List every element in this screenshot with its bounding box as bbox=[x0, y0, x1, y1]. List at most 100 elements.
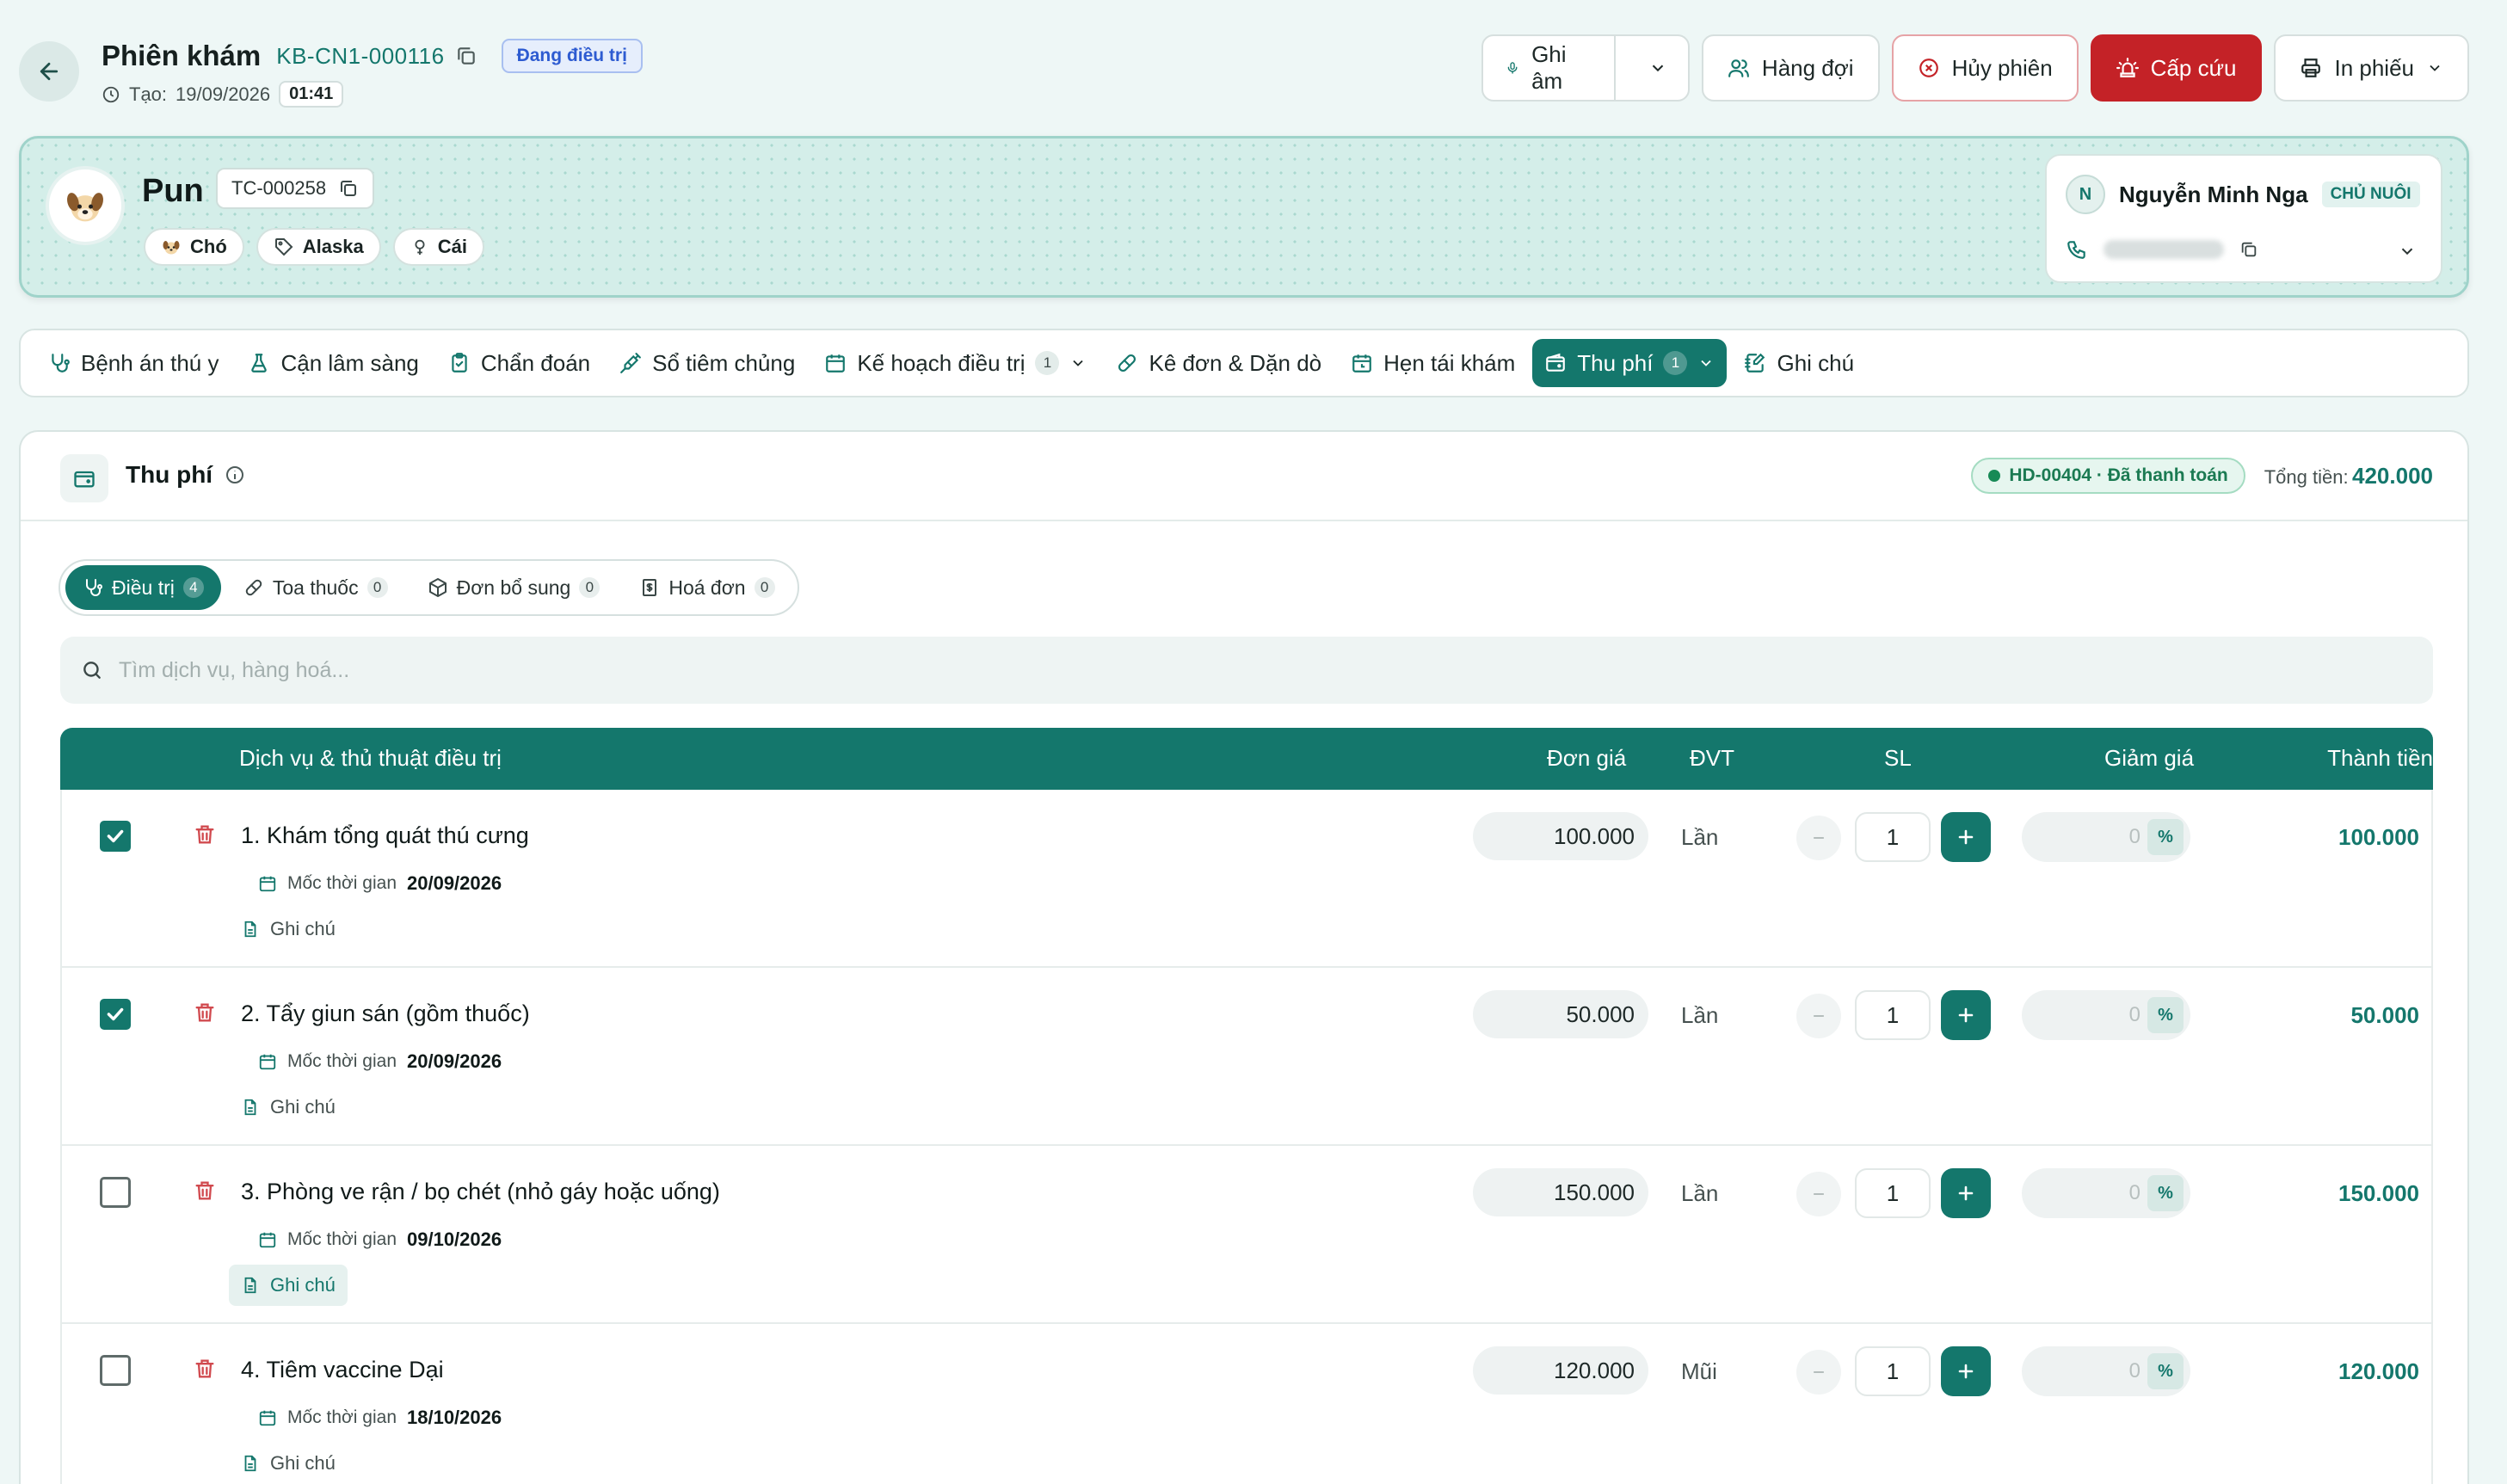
decrease-qty-button[interactable] bbox=[1796, 816, 1841, 860]
record-button[interactable]: Ghi âm bbox=[1483, 36, 1602, 100]
subtab-label: Đơn bổ sung bbox=[456, 576, 571, 599]
tab-billing[interactable]: Thu phí 1 bbox=[1532, 339, 1728, 387]
copy-icon[interactable] bbox=[338, 178, 359, 199]
decrease-qty-button[interactable] bbox=[1796, 1350, 1841, 1395]
back-button[interactable] bbox=[19, 41, 79, 102]
subtab-invoice[interactable]: Hoá đơn 0 bbox=[622, 565, 792, 610]
percent-toggle[interactable]: % bbox=[2147, 1353, 2184, 1389]
record-dropdown-button[interactable] bbox=[1628, 36, 1688, 100]
decrease-qty-button[interactable] bbox=[1796, 994, 1841, 1038]
tab-count: 1 bbox=[1663, 351, 1688, 375]
discount-input[interactable]: 0 % bbox=[2022, 1346, 2190, 1396]
cancel-session-button[interactable]: Hủy phiên bbox=[1891, 34, 2079, 102]
pet-code: TC-000258 bbox=[231, 177, 327, 199]
quantity-input[interactable]: 1 bbox=[1855, 990, 1931, 1040]
tab-notes[interactable]: Ghi chú bbox=[1732, 339, 1866, 387]
row-checkbox[interactable] bbox=[100, 1177, 131, 1208]
unit-price-input[interactable]: 150.000 bbox=[1473, 1168, 1648, 1216]
panel-title: Thu phí bbox=[126, 461, 245, 489]
milestone-date: 20/09/2026 bbox=[407, 872, 502, 894]
patient-card: Pun TC-000258 Chó Alaska Cái N Nguyễn Mi… bbox=[19, 136, 2469, 298]
subtab-prescription[interactable]: Toa thuốc 0 bbox=[226, 565, 405, 610]
milestone-label: Mốc thời gian bbox=[287, 1229, 397, 1249]
tab-label: Sổ tiêm chủng bbox=[652, 349, 796, 376]
file-text-icon bbox=[244, 1099, 256, 1116]
table-header: Dịch vụ & thủ thuật điều trị Đơn giá ĐVT… bbox=[60, 728, 2433, 790]
line-amount: 120.000 bbox=[2338, 1358, 2419, 1384]
discount-input[interactable]: 0 % bbox=[2022, 990, 2190, 1040]
service-milestone[interactable]: Mốc thời gian 18/10/2026 bbox=[258, 1407, 502, 1429]
row-checkbox[interactable] bbox=[100, 1355, 131, 1386]
percent-toggle[interactable]: % bbox=[2147, 1175, 2184, 1211]
tab-prescription[interactable]: Kê đơn & Dặn dò bbox=[1104, 339, 1334, 387]
chevron-down-icon[interactable] bbox=[2398, 242, 2417, 261]
info-icon[interactable] bbox=[225, 465, 245, 485]
service-milestone[interactable]: Mốc thời gian 20/09/2026 bbox=[258, 1050, 502, 1073]
quantity-input[interactable]: 1 bbox=[1855, 812, 1931, 862]
subtab-count: 0 bbox=[367, 577, 388, 598]
increase-qty-button[interactable] bbox=[1941, 812, 1991, 862]
increase-qty-button[interactable] bbox=[1941, 1346, 1991, 1396]
created-info: Tạo: 19/09/2026 01:41 bbox=[102, 81, 643, 108]
subtab-additional-order[interactable]: Đơn bổ sung 0 bbox=[410, 565, 618, 610]
plus-icon bbox=[1958, 1007, 1974, 1023]
service-note-button[interactable]: Ghi chú bbox=[229, 1443, 348, 1484]
tab-paraclinical[interactable]: Cận lâm sàng bbox=[236, 339, 430, 387]
row-checkbox[interactable] bbox=[100, 999, 131, 1030]
cancel-session-label: Hủy phiên bbox=[1951, 54, 2053, 81]
x-circle-icon bbox=[1919, 58, 1938, 77]
percent-toggle[interactable]: % bbox=[2147, 997, 2184, 1033]
owner-card[interactable]: N Nguyễn Minh Nga CHỦ NUÔI bbox=[2045, 154, 2442, 283]
delete-row-button[interactable] bbox=[193, 1357, 217, 1381]
increase-qty-button[interactable] bbox=[1941, 990, 1991, 1040]
discount-input[interactable]: 0 % bbox=[2022, 1168, 2190, 1218]
queue-button[interactable]: Hàng đợi bbox=[1701, 34, 1880, 102]
service-milestone[interactable]: Mốc thời gian 20/09/2026 bbox=[258, 872, 502, 895]
copy-icon[interactable] bbox=[455, 45, 477, 67]
services-table: Dịch vụ & thủ thuật điều trị Đơn giá ĐVT… bbox=[60, 728, 2433, 1484]
delete-row-button[interactable] bbox=[193, 1001, 217, 1025]
service-note-button[interactable]: Ghi chú bbox=[229, 1087, 348, 1128]
subtab-count: 4 bbox=[182, 577, 204, 598]
unit-price-input[interactable]: 100.000 bbox=[1473, 812, 1648, 860]
print-button[interactable]: In phiếu bbox=[2274, 34, 2469, 102]
quantity-input[interactable]: 1 bbox=[1855, 1168, 1931, 1218]
line-amount: 100.000 bbox=[2338, 824, 2419, 850]
row-checkbox[interactable] bbox=[100, 821, 131, 852]
calendar-icon bbox=[259, 1410, 276, 1426]
invoice-status-badge[interactable]: HD-00404 · Đã thanh toán bbox=[1971, 458, 2245, 494]
unit-price-input[interactable]: 120.000 bbox=[1473, 1346, 1648, 1395]
subtab-treatment[interactable]: Điều trị 4 bbox=[65, 565, 221, 610]
tab-medical-record[interactable]: Bệnh án thú y bbox=[36, 339, 231, 387]
service-note-button[interactable]: Ghi chú bbox=[229, 908, 348, 950]
search-input[interactable] bbox=[119, 657, 2356, 683]
tab-follow-up[interactable]: Hẹn tái khám bbox=[1339, 339, 1527, 387]
emergency-button[interactable]: Cấp cứu bbox=[2090, 34, 2263, 102]
delete-row-button[interactable] bbox=[193, 1179, 217, 1203]
service-note-button[interactable]: Ghi chú bbox=[229, 1265, 348, 1306]
plus-icon bbox=[1958, 1185, 1974, 1201]
unit-price-input[interactable]: 50.000 bbox=[1473, 990, 1648, 1038]
increase-qty-button[interactable] bbox=[1941, 1168, 1991, 1218]
tab-label: Ghi chú bbox=[1777, 349, 1855, 376]
print-label: In phiếu bbox=[2334, 54, 2414, 81]
tab-vaccination[interactable]: Sổ tiêm chủng bbox=[607, 339, 807, 387]
service-milestone[interactable]: Mốc thời gian 09/10/2026 bbox=[258, 1228, 502, 1251]
copy-icon[interactable] bbox=[2239, 240, 2258, 259]
tab-diagnosis[interactable]: Chẩn đoán bbox=[436, 339, 602, 387]
percent-toggle[interactable]: % bbox=[2147, 819, 2184, 855]
quantity-input[interactable]: 1 bbox=[1855, 1346, 1931, 1396]
syringe-icon bbox=[620, 353, 642, 373]
stethoscope-icon bbox=[52, 354, 70, 373]
stethoscope-icon bbox=[86, 579, 102, 596]
search-icon bbox=[83, 662, 101, 679]
tab-treatment-plan[interactable]: Kế hoạch điều trị 1 bbox=[812, 339, 1099, 387]
note-label: Ghi chú bbox=[270, 918, 336, 939]
breed-tag: Alaska bbox=[256, 228, 381, 266]
delete-row-button[interactable] bbox=[193, 822, 217, 847]
discount-input[interactable]: 0 % bbox=[2022, 812, 2190, 862]
subtab-count: 0 bbox=[579, 577, 601, 598]
decrease-qty-button[interactable] bbox=[1796, 1172, 1841, 1216]
col-service: Dịch vụ & thủ thuật điều trị bbox=[239, 745, 502, 771]
owner-name: Nguyễn Minh Nga bbox=[2119, 181, 2308, 207]
